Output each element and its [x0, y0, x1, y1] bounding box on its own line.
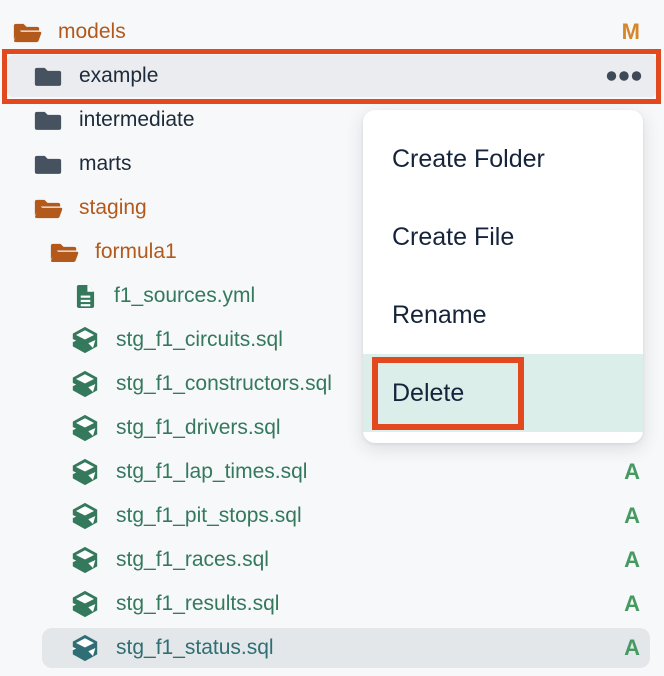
- ellipsis-menu-icon[interactable]: [606, 71, 642, 81]
- tree-item-label: stg_f1_races.sql: [116, 548, 269, 572]
- tree-item-label: example: [79, 64, 158, 88]
- tree-item-label: models: [58, 20, 126, 44]
- tree-item-stg-f1-races[interactable]: stg_f1_races.sql A: [0, 538, 664, 582]
- tree-item-stg-f1-lap-times[interactable]: stg_f1_lap_times.sql A: [0, 450, 664, 494]
- model-cube-icon: [70, 545, 100, 575]
- menu-item-delete[interactable]: Delete: [363, 354, 643, 432]
- model-cube-icon: [70, 633, 100, 663]
- folder-closed-icon: [33, 152, 63, 177]
- tree-item-label: stg_f1_circuits.sql: [116, 328, 283, 352]
- tree-item-stg-f1-pit-stops[interactable]: stg_f1_pit_stops.sql A: [0, 494, 664, 538]
- folder-closed-icon: [33, 64, 63, 89]
- tree-item-label: formula1: [95, 240, 177, 264]
- tree-item-label: intermediate: [79, 108, 195, 132]
- modified-badge: M: [622, 19, 640, 45]
- menu-item-create-file[interactable]: Create File: [363, 198, 643, 276]
- tree-item-label: stg_f1_results.sql: [116, 592, 279, 616]
- menu-item-create-folder[interactable]: Create Folder: [363, 120, 643, 198]
- menu-item-rename[interactable]: Rename: [363, 276, 643, 354]
- model-cube-icon: [70, 369, 100, 399]
- tree-item-label: stg_f1_status.sql: [116, 636, 274, 660]
- tree-item-label: stg_f1_constructors.sql: [116, 372, 332, 396]
- added-badge: A: [624, 503, 640, 529]
- added-badge: A: [624, 459, 640, 485]
- folder-open-icon: [33, 196, 63, 221]
- tree-item-label: marts: [79, 152, 132, 176]
- tree-item-label: stg_f1_lap_times.sql: [116, 460, 307, 484]
- added-badge: A: [624, 635, 640, 661]
- tree-item-label: stg_f1_drivers.sql: [116, 416, 281, 440]
- tree-item-example[interactable]: example: [0, 54, 664, 98]
- model-cube-icon: [70, 589, 100, 619]
- yml-file-icon: [70, 283, 98, 310]
- folder-open-icon: [49, 240, 79, 265]
- folder-open-icon: [12, 20, 42, 45]
- tree-item-models[interactable]: models M: [0, 10, 664, 54]
- file-explorer-panel: models M example intermediate marts stag…: [0, 0, 664, 676]
- added-badge: A: [624, 547, 640, 573]
- folder-closed-icon: [33, 108, 63, 133]
- context-menu: Create Folder Create File Rename Delete: [363, 110, 643, 443]
- tree-item-stg-f1-results[interactable]: stg_f1_results.sql A: [0, 582, 664, 626]
- model-cube-icon: [70, 413, 100, 443]
- model-cube-icon: [70, 457, 100, 487]
- tree-item-label: stg_f1_pit_stops.sql: [116, 504, 302, 528]
- tree-item-label: f1_sources.yml: [114, 284, 255, 308]
- model-cube-icon: [70, 325, 100, 355]
- tree-item-stg-f1-status[interactable]: stg_f1_status.sql A: [0, 626, 664, 670]
- tree-item-label: staging: [79, 196, 147, 220]
- model-cube-icon: [70, 501, 100, 531]
- added-badge: A: [624, 591, 640, 617]
